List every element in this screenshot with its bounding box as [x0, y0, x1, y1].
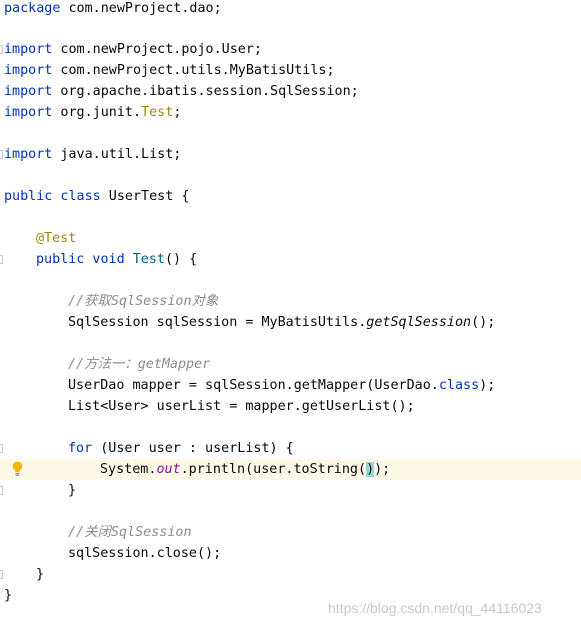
- code-text: com.newProject.utils.MyBatisUtils;: [52, 63, 335, 78]
- comment-token: //: [68, 294, 85, 309]
- code-text: java.util.List;: [52, 147, 182, 162]
- code-line-import: import org.junit.Test;: [4, 102, 181, 123]
- comment-token: SqlSession: [110, 525, 192, 540]
- code-line-import: import com.newProject.utils.MyBatisUtils…: [4, 60, 335, 81]
- code-line-brace: }: [36, 564, 44, 585]
- comment-token: //: [68, 357, 85, 372]
- comment-token: SqlSession: [110, 294, 192, 309]
- code-text: UserDao mapper = sqlSession.getMapper(Us…: [68, 378, 439, 393]
- comment-token: 关闭: [84, 525, 111, 540]
- code-line-comment: //获取SqlSession对象: [68, 291, 218, 312]
- code-text: sqlSession.close();: [68, 546, 222, 561]
- static-field-token: out: [156, 462, 181, 477]
- matched-paren: ): [366, 462, 375, 477]
- code-line-statement: UserDao mapper = sqlSession.getMapper(Us…: [68, 375, 495, 396]
- fold-marker-icon[interactable]: [0, 444, 3, 453]
- code-text: UserTest {: [100, 189, 190, 204]
- code-text: .println(user.toString(: [180, 462, 367, 477]
- code-line-class-decl: public class UserTest {: [4, 186, 189, 207]
- code-line-method-decl: public void Test() {: [36, 249, 197, 270]
- fold-marker-icon[interactable]: [0, 570, 3, 579]
- keyword-token: package: [4, 1, 61, 16]
- keyword-token: public void: [36, 252, 125, 267]
- code-text: SqlSession sqlSession = MyBatisUtils.: [68, 315, 367, 330]
- method-name-token: Test: [132, 252, 165, 267]
- code-line-comment: //关闭SqlSession: [68, 522, 192, 543]
- comment-token: 方法一：: [84, 357, 138, 372]
- code-line-statement: System.out.println(user.toString());: [100, 459, 390, 480]
- code-text: System.: [100, 462, 157, 477]
- lightbulb-icon[interactable]: [12, 461, 23, 477]
- code-text: List<User> userList = mapper.getUserList…: [68, 399, 415, 414]
- code-line-statement: List<User> userList = mapper.getUserList…: [68, 396, 415, 417]
- keyword-token: import: [4, 84, 53, 99]
- code-text: org.junit.: [52, 105, 142, 120]
- code-line-statement: sqlSession.close();: [68, 543, 221, 564]
- keyword-token: import: [4, 42, 53, 57]
- annotation-token: @Test: [36, 231, 77, 246]
- keyword-token: for: [68, 441, 93, 456]
- keyword-token: import: [4, 147, 53, 162]
- code-text: );: [374, 462, 391, 477]
- code-line-import: import org.apache.ibatis.session.SqlSess…: [4, 81, 359, 102]
- code-text: );: [479, 378, 496, 393]
- code-editor[interactable]: package com.newProject.dao; import com.n…: [0, 0, 581, 628]
- keyword-token: import: [4, 63, 53, 78]
- code-line-for-loop: for (User user : userList) {: [68, 438, 294, 459]
- comment-token: 对象: [191, 294, 219, 309]
- code-text: }: [36, 567, 45, 582]
- code-text: org.apache.ibatis.session.SqlSession;: [52, 84, 359, 99]
- code-text: ;: [173, 105, 182, 120]
- keyword-token: public class: [4, 189, 101, 204]
- code-line-import: import com.newProject.pojo.User;: [4, 39, 262, 60]
- keyword-token: import: [4, 105, 53, 120]
- comment-token: getMapper: [137, 357, 211, 372]
- code-text: com.newProject.pojo.User;: [52, 42, 262, 57]
- static-method-token: getSqlSession: [366, 315, 472, 330]
- code-line-import: import java.util.List;: [4, 144, 181, 165]
- annotation-class-token: Test: [141, 105, 174, 120]
- code-line-brace: }: [4, 585, 12, 606]
- code-text: com.newProject.dao;: [60, 1, 222, 16]
- code-text: (User user : userList) {: [92, 441, 294, 456]
- code-text: }: [4, 588, 13, 603]
- code-text: }: [68, 483, 77, 498]
- fold-marker-icon[interactable]: [0, 45, 3, 54]
- code-line-comment: //方法一：getMapper: [68, 354, 210, 375]
- code-line-brace: }: [68, 480, 76, 501]
- code-text: ();: [471, 315, 496, 330]
- code-line-annotation: @Test: [36, 228, 76, 249]
- watermark: https://blog.csdn.net/qq_44116023: [328, 600, 542, 616]
- code-line-statement: SqlSession sqlSession = MyBatisUtils.get…: [68, 312, 495, 333]
- code-line-package: package com.newProject.dao;: [4, 0, 222, 19]
- code-text: () {: [165, 252, 198, 267]
- comment-token: //: [68, 525, 85, 540]
- fold-marker-icon[interactable]: [0, 255, 3, 264]
- fold-marker-icon[interactable]: [0, 150, 3, 159]
- comment-token: 获取: [84, 294, 111, 309]
- keyword-token: class: [438, 378, 480, 393]
- fold-marker-icon[interactable]: [0, 486, 3, 495]
